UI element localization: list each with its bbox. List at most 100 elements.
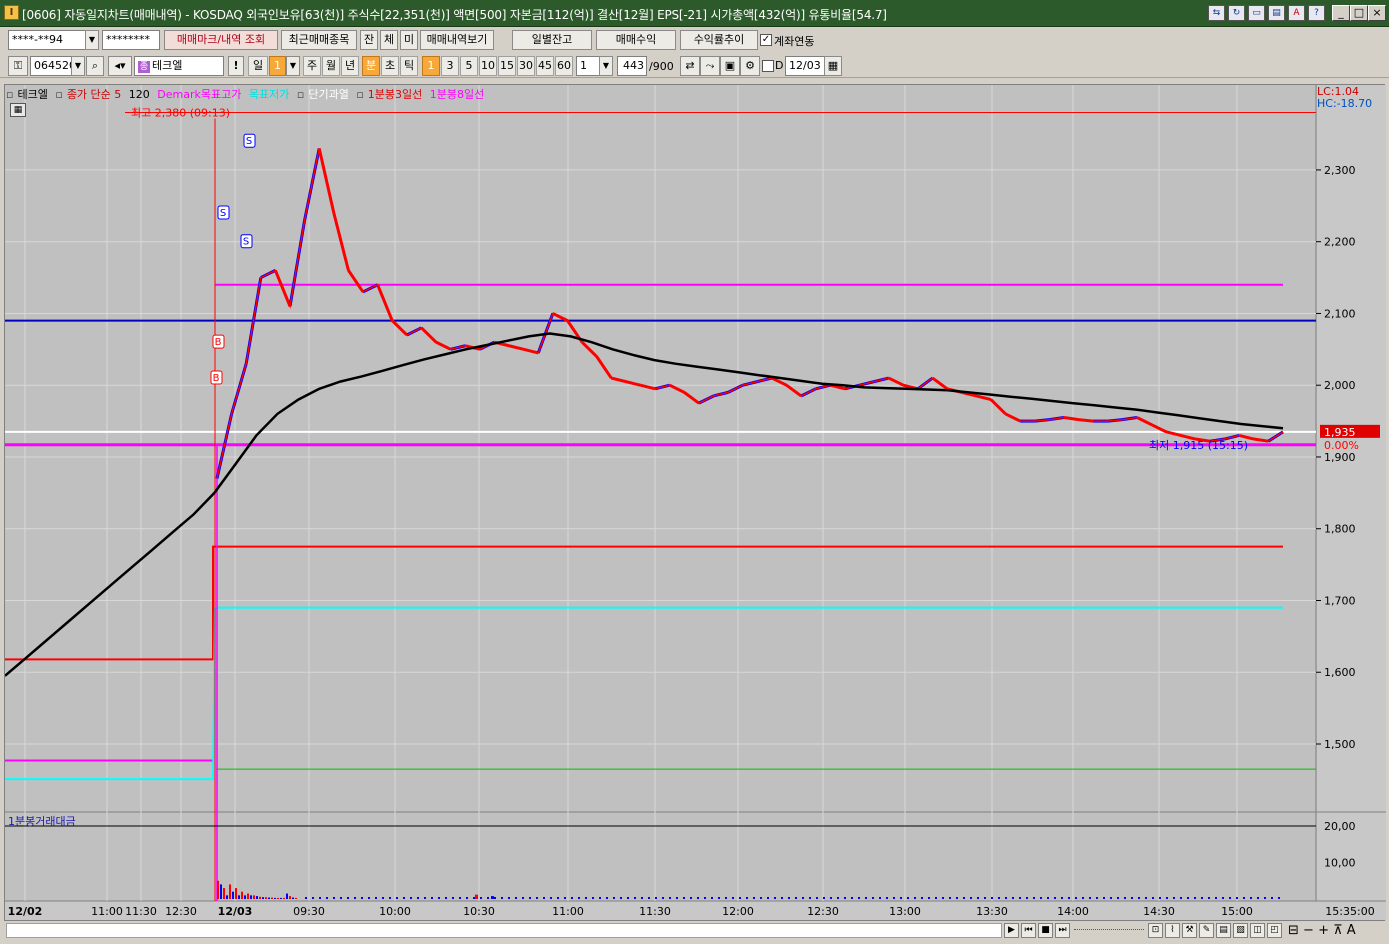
- minute-45-button[interactable]: 45: [536, 56, 554, 76]
- minute-1-button[interactable]: 1: [422, 56, 440, 76]
- period-second-button[interactable]: 초: [381, 56, 399, 76]
- minute-15-button[interactable]: 15: [498, 56, 516, 76]
- volume-bar: [280, 897, 282, 899]
- zoom-track[interactable]: [1074, 929, 1144, 931]
- font-icon[interactable]: A: [1288, 5, 1305, 21]
- volume-bar: [1075, 897, 1077, 899]
- settings-gear-icon[interactable]: ⚙: [740, 56, 760, 76]
- print-icon[interactable]: ▤: [1268, 5, 1285, 21]
- chart-toolbar: ⚿ 064520 ▼ ⌕ ◂▾ 종 테크엘 ! 일 1 ▼ 주 월 년 분 초 틱…: [0, 54, 1389, 78]
- volume-bar: [1005, 897, 1007, 899]
- grid-toggle-icon[interactable]: ▦: [10, 103, 26, 117]
- volume-bar: [487, 897, 489, 899]
- volume-bar: [697, 897, 699, 899]
- account-dropdown-icon[interactable]: ▼: [85, 30, 99, 50]
- minute-3-button[interactable]: 3: [441, 56, 459, 76]
- trade-mark-button[interactable]: 매매마크/내역 조회: [164, 30, 278, 50]
- volume-bar: [424, 897, 426, 899]
- stock-code-field[interactable]: 064520: [30, 56, 72, 76]
- y-tick-label: 2,100: [1324, 307, 1356, 320]
- maximize-icon[interactable]: □: [1350, 5, 1368, 21]
- trend-icon[interactable]: ⌇: [1165, 923, 1180, 938]
- period-count-field[interactable]: 1: [269, 56, 286, 76]
- volume-bar: [781, 897, 783, 899]
- tools-icon[interactable]: ⚒: [1182, 923, 1197, 938]
- trade-profit-button[interactable]: 매매수익: [596, 30, 676, 50]
- data-count-field[interactable]: 443: [617, 56, 647, 76]
- volume-bar: [1194, 897, 1196, 899]
- stock-name-field[interactable]: 종 테크엘: [134, 56, 224, 76]
- volume-bar: [872, 897, 874, 899]
- period-day-button[interactable]: 일: [248, 56, 268, 76]
- price-chart[interactable]: 12/02 11:00 11:30 12:30 12/03 09:30 10:00 10:30…: [5, 85, 1386, 921]
- scroll-right-icon[interactable]: ▶: [1004, 923, 1019, 938]
- y-axis-panel: [1317, 85, 1386, 901]
- trend-tool-icon[interactable]: ⤳: [700, 56, 720, 76]
- volume-bar: [921, 897, 923, 899]
- volume-bar: [1187, 897, 1189, 899]
- chart-tool-icon[interactable]: ⇄: [680, 56, 700, 76]
- account-link-checkbox[interactable]: ✓: [760, 34, 772, 46]
- volume-bar: [1054, 897, 1056, 899]
- unfilled-button[interactable]: 미: [400, 30, 418, 50]
- chart-scrollbar[interactable]: ▶ ⏮ ■ ⏭ ⊡ ⌇ ⚒ ✎ ▤ ▧ ◫ ◰ ⊟ − + ⊼ A: [4, 920, 1385, 940]
- unit-dropdown-icon[interactable]: ▼: [599, 56, 613, 76]
- font-size-icon[interactable]: A: [1347, 923, 1356, 938]
- layout-icon[interactable]: ◫: [1250, 923, 1265, 938]
- scale-icon[interactable]: ⊼: [1333, 923, 1343, 938]
- zoom-in-icon[interactable]: +: [1318, 923, 1329, 938]
- help-icon[interactable]: ?: [1308, 5, 1325, 21]
- period-dropdown-icon[interactable]: ▼: [286, 56, 300, 76]
- code-dropdown-icon[interactable]: ▼: [71, 56, 85, 76]
- stop-icon[interactable]: ■: [1038, 923, 1053, 938]
- zoom-out-icon[interactable]: −: [1303, 923, 1314, 938]
- alert-icon[interactable]: !: [228, 56, 244, 76]
- calendar-icon[interactable]: ▦: [824, 56, 842, 76]
- note-icon[interactable]: ▤: [1216, 923, 1231, 938]
- link-icon[interactable]: ⇆: [1208, 5, 1225, 21]
- return-trend-button[interactable]: 수익률추이: [680, 30, 758, 50]
- mark-icon[interactable]: ✎: [1199, 923, 1214, 938]
- sync-icon[interactable]: ↻: [1228, 5, 1245, 21]
- period-week-button[interactable]: 주: [303, 56, 321, 76]
- close-icon[interactable]: ×: [1368, 5, 1386, 21]
- scroll-track[interactable]: [6, 923, 1002, 938]
- volume-bar: [389, 897, 391, 899]
- executed-button[interactable]: 체: [380, 30, 398, 50]
- minimize-icon[interactable]: _: [1332, 5, 1350, 21]
- y-tick-label: 1,900: [1324, 451, 1356, 464]
- save-icon[interactable]: ▣: [720, 56, 740, 76]
- window-icon[interactable]: ▭: [1248, 5, 1265, 21]
- sound-icon[interactable]: ◂▾: [108, 56, 132, 76]
- collapse-icon[interactable]: ⊟: [1288, 923, 1299, 938]
- legend-square-icon: ▫: [356, 88, 364, 101]
- recent-trades-button[interactable]: 최근매매종목: [281, 30, 357, 50]
- period-minute-button[interactable]: 분: [362, 56, 380, 76]
- minute-10-button[interactable]: 10: [479, 56, 497, 76]
- daily-balance-button[interactable]: 일별잔고: [512, 30, 592, 50]
- trade-view-button[interactable]: 매매내역보기: [420, 30, 494, 50]
- style-icon[interactable]: ▧: [1233, 923, 1248, 938]
- minute-5-button[interactable]: 5: [460, 56, 478, 76]
- window-split-icon[interactable]: ◰: [1267, 923, 1282, 938]
- date-field[interactable]: 12/03: [785, 56, 825, 76]
- d-checkbox[interactable]: [762, 60, 774, 72]
- balance-button[interactable]: 잔: [360, 30, 378, 50]
- minute-60-button[interactable]: 60: [555, 56, 573, 76]
- minute-30-button[interactable]: 30: [517, 56, 535, 76]
- volume-bar: [1159, 897, 1161, 899]
- period-tick-button[interactable]: 틱: [400, 56, 418, 76]
- period-month-button[interactable]: 월: [322, 56, 340, 76]
- volume-bar: [557, 897, 559, 899]
- scroll-first-icon[interactable]: ⏮: [1021, 923, 1036, 938]
- chart-area[interactable]: 12/02 11:00 11:30 12:30 12/03 09:30 10:00 10:30…: [4, 84, 1386, 921]
- magnet-icon[interactable]: ⊡: [1148, 923, 1163, 938]
- volume-bar: [295, 897, 297, 899]
- scroll-last-icon[interactable]: ⏭: [1055, 923, 1070, 938]
- account-field[interactable]: ****-**94: [8, 30, 86, 50]
- search-icon[interactable]: ⌕: [86, 56, 104, 76]
- password-field[interactable]: ********: [102, 30, 160, 50]
- key-icon[interactable]: ⚿: [8, 56, 28, 76]
- unit-field[interactable]: 1: [576, 56, 600, 76]
- period-year-button[interactable]: 년: [341, 56, 359, 76]
